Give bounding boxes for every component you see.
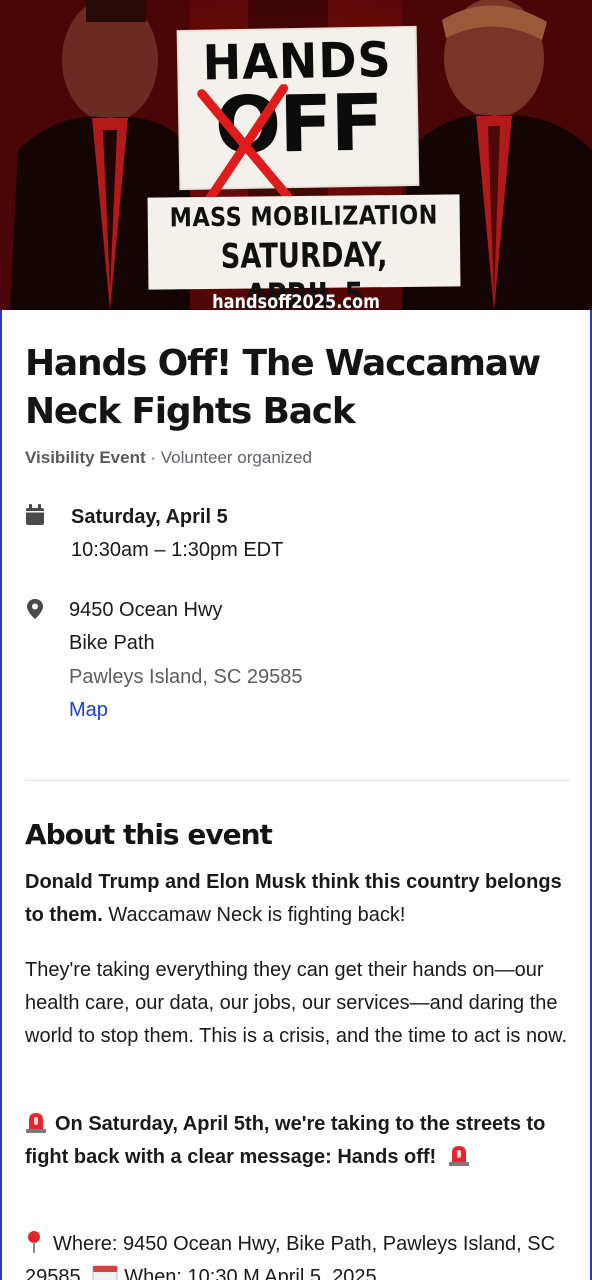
location-pin-icon <box>27 599 43 619</box>
siren-emoji-icon <box>448 1146 469 1166</box>
round-pushpin-emoji-icon <box>28 1231 40 1253</box>
banner-line-1: MASS MOBILIZATION <box>169 200 438 234</box>
event-date: Saturday, April 5 <box>71 506 228 528</box>
calendar-icon <box>26 504 44 525</box>
event-title: Hands Off! The Waccamaw Neck Fights Back <box>25 343 541 432</box>
address-line-1: 9450 Ocean Hwy <box>69 599 223 621</box>
red-x-mark-icon <box>197 84 293 206</box>
about-paragraph-1: Donald Trump and Elon Musk think this co… <box>25 866 570 932</box>
address-city-state-zip: Pawleys Island, SC 29585 <box>69 666 303 688</box>
calendar-emoji-icon <box>92 1265 118 1280</box>
about-paragraph-2: They're taking everything they can get t… <box>25 959 568 1047</box>
siren-emoji-icon <box>26 1113 46 1133</box>
about-paragraph-4: Where: 9450 Ocean Hwy, Bike Path, Pawley… <box>25 1228 570 1280</box>
event-organizer: Volunteer organized <box>160 448 312 467</box>
about-paragraph-3: On Saturday, April 5th, we're taking to … <box>25 1108 570 1174</box>
section-divider <box>25 780 570 781</box>
about-p1-rest: Waccamaw Neck is fighting back! <box>102 904 406 926</box>
about-heading: About this event <box>25 818 273 851</box>
event-type: Visibility Event <box>25 448 146 467</box>
event-time: 10:30am – 1:30pm EDT <box>71 539 284 561</box>
event-meta: Visibility Event · Volunteer organized <box>25 448 312 468</box>
banner-url: handsoff2025.com <box>212 291 380 310</box>
mass-mobilization-banner: MASS MOBILIZATION SATURDAY, APRIL 5 <box>147 194 461 310</box>
about-p4-when: When: 10:30 M April 5, 2025 <box>124 1266 377 1280</box>
meta-separator: · <box>145 448 161 467</box>
address-line-2: Bike Path <box>69 632 155 654</box>
hands-off-sign: HANDS OFF <box>178 27 418 206</box>
map-link[interactable]: Map <box>69 699 108 722</box>
event-banner-image: HANDS OFF MASS MOBILIZATION SATURDAY, AP… <box>0 0 592 310</box>
